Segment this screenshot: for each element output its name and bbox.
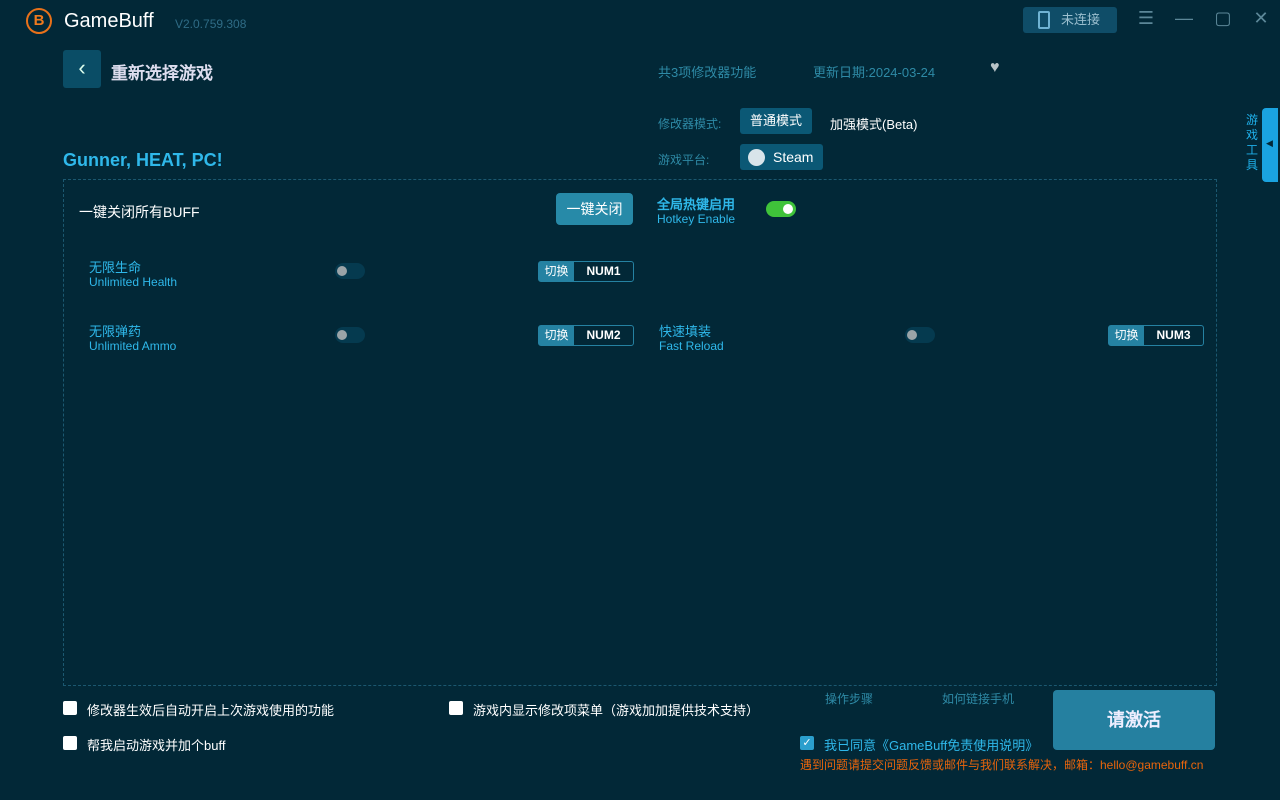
platform-label: 游戏平台: [658,151,709,168]
hotkey-label-en: Hotkey Enable [657,212,735,226]
contact-text: 遇到问题请提交问题反馈或邮件与我们联系解决，邮箱：hello@gamebuff.… [800,756,1203,773]
update-date: 更新日期:2024-03-24 [813,62,935,81]
hotkey-value: NUM3 [1144,326,1203,345]
feature-count: 共3项修改器功能 [658,62,756,81]
beta-mode-button[interactable]: 加强模式(Beta) [830,114,917,133]
switch-label: 切换 [1109,326,1144,345]
minimize-icon[interactable]: — [1172,8,1196,29]
back-button[interactable]: ‹ [63,50,101,88]
app-title: GameBuff [64,10,154,33]
hotkey-num1[interactable]: 切换NUM1 [538,261,634,282]
feature-name-cn: 无限弹药 [89,321,141,340]
game-tools-tab[interactable]: ◀ [1262,108,1278,182]
ingame-menu-checkbox[interactable] [449,701,463,715]
hotkey-num3[interactable]: 切换NUM3 [1108,325,1204,346]
phone-link[interactable]: 如何链接手机 [942,690,1014,707]
feature-name-en: Unlimited Ammo [89,339,176,353]
feature-panel [63,179,1217,686]
fast-reload-toggle[interactable] [905,327,935,343]
activate-button[interactable]: 请激活 [1053,690,1215,750]
hotkey-value: NUM1 [574,262,633,281]
maximize-icon[interactable]: ▢ [1211,8,1235,29]
auto-enable-label: 修改器生效后自动开启上次游戏使用的功能 [87,700,334,719]
hotkey-toggle[interactable] [766,201,796,217]
mode-label: 修改器模式: [658,115,721,132]
ingame-menu-label: 游戏内显示修改项菜单（游戏加加提供技术支持） [473,700,759,719]
feature-name-cn: 无限生命 [89,257,141,276]
launch-game-checkbox[interactable] [63,736,77,750]
agree-checkbox[interactable]: ✓ [800,736,814,750]
game-title: Gunner, HEAT, PC! [63,150,223,171]
phone-icon [1038,11,1050,29]
close-all-label: 一键关闭所有BUFF [79,202,200,222]
normal-mode-button[interactable]: 普通模式 [740,108,812,134]
close-icon[interactable]: ✕ [1249,8,1273,29]
feature-name-cn: 快速填装 [659,321,711,340]
steam-icon [748,149,765,166]
launch-game-label: 帮我启动游戏并加个buff [87,735,225,754]
agree-terms-link[interactable]: 我已同意《GameBuff免责使用说明》 [824,735,1038,754]
steps-link[interactable]: 操作步骤 [825,690,873,707]
switch-label: 切换 [539,326,574,345]
hotkey-num2[interactable]: 切换NUM2 [538,325,634,346]
unlimited-health-toggle[interactable] [335,263,365,279]
switch-label: 切换 [539,262,574,281]
unlimited-ammo-toggle[interactable] [335,327,365,343]
hotkey-value: NUM2 [574,326,633,345]
heart-icon[interactable]: ♥ [990,59,1000,77]
menu-icon[interactable]: ☰ [1134,8,1158,29]
game-tools-tab-label[interactable]: 游戏工具 [1246,113,1260,173]
caret-left-icon: ◀ [1266,138,1273,149]
hotkey-label-cn: 全局热键启用 [657,194,735,213]
app-version: V2.0.759.308 [175,17,246,31]
feature-name-en: Fast Reload [659,339,724,353]
gamebuff-logo: B [26,8,52,34]
reselect-game-label[interactable]: 重新选择游戏 [111,59,213,84]
close-all-button[interactable]: 一键关闭 [556,193,633,225]
auto-enable-checkbox[interactable] [63,701,77,715]
feature-name-en: Unlimited Health [89,275,177,289]
